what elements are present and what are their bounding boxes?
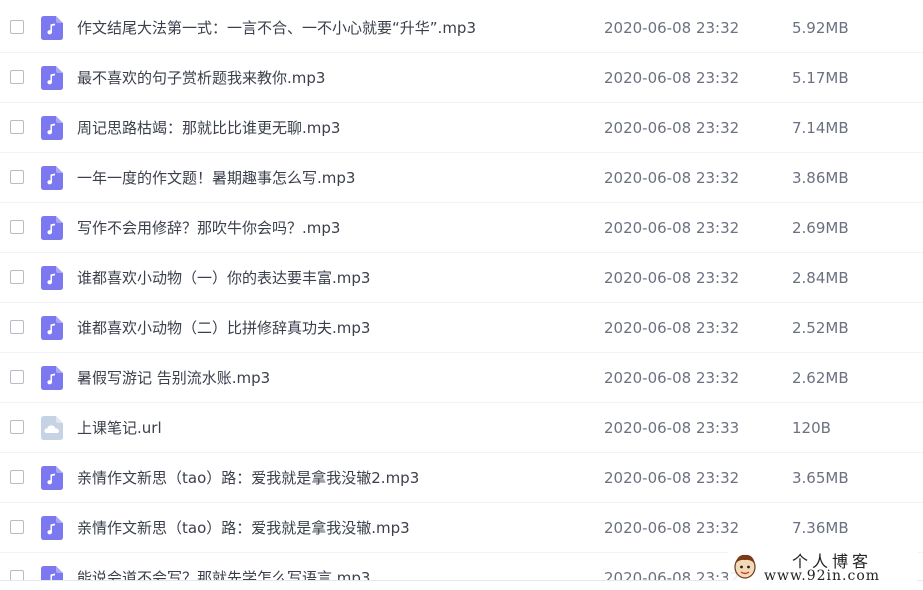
file-size: 5.92MB <box>792 19 849 37</box>
row-checkbox[interactable] <box>10 170 24 184</box>
file-modified-date: 2020-06-08 23:32 <box>604 119 740 137</box>
file-row[interactable]: 作文结尾大法第一式：一言不合、一不小心就要“升华”.mp3 2020-06-08 … <box>0 3 923 53</box>
music-note-icon <box>41 116 63 140</box>
row-checkbox[interactable] <box>10 570 24 580</box>
file-modified-date: 2020-06-08 23:32 <box>604 369 740 387</box>
file-row[interactable]: 亲情作文新思（tao）路：爱我就是拿我没辙2.mp3 2020-06-08 23:… <box>0 453 923 503</box>
file-modified-date: 2020-06-08 23:32 <box>604 169 740 187</box>
file-row[interactable]: 周记思路枯竭：那就比比谁更无聊.mp3 2020-06-08 23:32 7.14M… <box>0 103 923 153</box>
row-checkbox[interactable] <box>10 320 24 334</box>
music-note-icon <box>41 16 63 40</box>
file-size: 2.84MB <box>792 269 849 287</box>
file-row[interactable]: 暑假写游记 告别流水账.mp3 2020-06-08 23:32 2.62MB <box>0 353 923 403</box>
file-name-link[interactable]: 暑假写游记 告别流水账.mp3 <box>77 353 270 403</box>
row-checkbox[interactable] <box>10 370 24 384</box>
music-note-icon <box>41 66 63 90</box>
file-name-link[interactable]: 周记思路枯竭：那就比比谁更无聊.mp3 <box>77 103 340 153</box>
file-row[interactable]: 上课笔记.url 2020-06-08 23:33 120B <box>0 403 923 453</box>
file-size: 120B <box>792 419 831 437</box>
file-modified-date: 2020-06-08 23:32 <box>604 69 740 87</box>
file-row[interactable]: 谁都喜欢小动物（一）你的表达要丰富.mp3 2020-06-08 23:32 2.8… <box>0 253 923 303</box>
row-checkbox[interactable] <box>10 120 24 134</box>
file-row[interactable]: 写作不会用修辞？那吹牛你会吗？.mp3 2020-06-08 23:32 2.69M… <box>0 203 923 253</box>
file-modified-date: 2020-06-08 23:33 <box>604 419 740 437</box>
file-row[interactable]: 亲情作文新思（tao）路：爱我就是拿我没辙.mp3 2020-06-08 23:3… <box>0 503 923 553</box>
file-row[interactable]: 一年一度的作文题！暑期趣事怎么写.mp3 2020-06-08 23:32 3.86… <box>0 153 923 203</box>
file-size: 2.62MB <box>792 369 849 387</box>
row-checkbox[interactable] <box>10 20 24 34</box>
file-size: 7.36MB <box>792 519 849 537</box>
avatar-logo-icon <box>734 554 756 579</box>
file-size: 3.86MB <box>792 169 849 187</box>
row-checkbox[interactable] <box>10 420 24 434</box>
file-modified-date: 2020-06-08 23:32 <box>604 569 740 580</box>
file-modified-date: 2020-06-08 23:32 <box>604 269 740 287</box>
file-size: 2.69MB <box>792 219 849 237</box>
row-checkbox[interactable] <box>10 470 24 484</box>
row-checkbox[interactable] <box>10 520 24 534</box>
file-name-link[interactable]: 一年一度的作文题！暑期趣事怎么写.mp3 <box>77 153 355 203</box>
cloud-link-icon <box>41 416 63 440</box>
file-modified-date: 2020-06-08 23:32 <box>604 219 740 237</box>
file-name-link[interactable]: 最不喜欢的句子赏析题我来教你.mp3 <box>77 53 325 103</box>
file-size: 3.65MB <box>792 469 849 487</box>
music-note-icon <box>41 516 63 540</box>
file-name-link[interactable]: 写作不会用修辞？那吹牛你会吗？.mp3 <box>77 203 340 253</box>
music-note-icon <box>41 216 63 240</box>
watermark: 个人博客 www.92in.com <box>728 548 918 586</box>
row-checkbox[interactable] <box>10 70 24 84</box>
file-modified-date: 2020-06-08 23:32 <box>604 19 740 37</box>
file-modified-date: 2020-06-08 23:32 <box>604 469 740 487</box>
file-list: 作文结尾大法第一式：一言不合、一不小心就要“升华”.mp3 2020-06-08 … <box>0 0 923 580</box>
file-name-link[interactable]: 作文结尾大法第一式：一言不合、一不小心就要“升华”.mp3 <box>77 3 476 53</box>
file-name-link[interactable]: 亲情作文新思（tao）路：爱我就是拿我没辙2.mp3 <box>77 453 419 503</box>
row-checkbox[interactable] <box>10 270 24 284</box>
music-note-icon <box>41 466 63 490</box>
file-modified-date: 2020-06-08 23:32 <box>604 519 740 537</box>
row-checkbox[interactable] <box>10 220 24 234</box>
file-size: 5.17MB <box>792 69 849 87</box>
file-row[interactable]: 最不喜欢的句子赏析题我来教你.mp3 2020-06-08 23:32 5.17MB <box>0 53 923 103</box>
file-name-link[interactable]: 亲情作文新思（tao）路：爱我就是拿我没辙.mp3 <box>77 503 410 553</box>
music-note-icon <box>41 266 63 290</box>
watermark-url: www.92in.com <box>764 568 881 584</box>
file-name-link[interactable]: 谁都喜欢小动物（一）你的表达要丰富.mp3 <box>77 253 370 303</box>
music-note-icon <box>41 566 63 580</box>
file-name-link[interactable]: 上课笔记.url <box>77 403 162 453</box>
file-name-link[interactable]: 谁都喜欢小动物（二）比拼修辞真功夫.mp3 <box>77 303 370 353</box>
music-note-icon <box>41 166 63 190</box>
music-note-icon <box>41 366 63 390</box>
file-size: 2.52MB <box>792 319 849 337</box>
music-note-icon <box>41 316 63 340</box>
file-row[interactable]: 谁都喜欢小动物（二）比拼修辞真功夫.mp3 2020-06-08 23:32 2.5… <box>0 303 923 353</box>
file-size: 7.14MB <box>792 119 849 137</box>
file-modified-date: 2020-06-08 23:32 <box>604 319 740 337</box>
file-name-link[interactable]: 能说会道不会写？那就先学怎么写语言.mp3 <box>77 553 370 580</box>
